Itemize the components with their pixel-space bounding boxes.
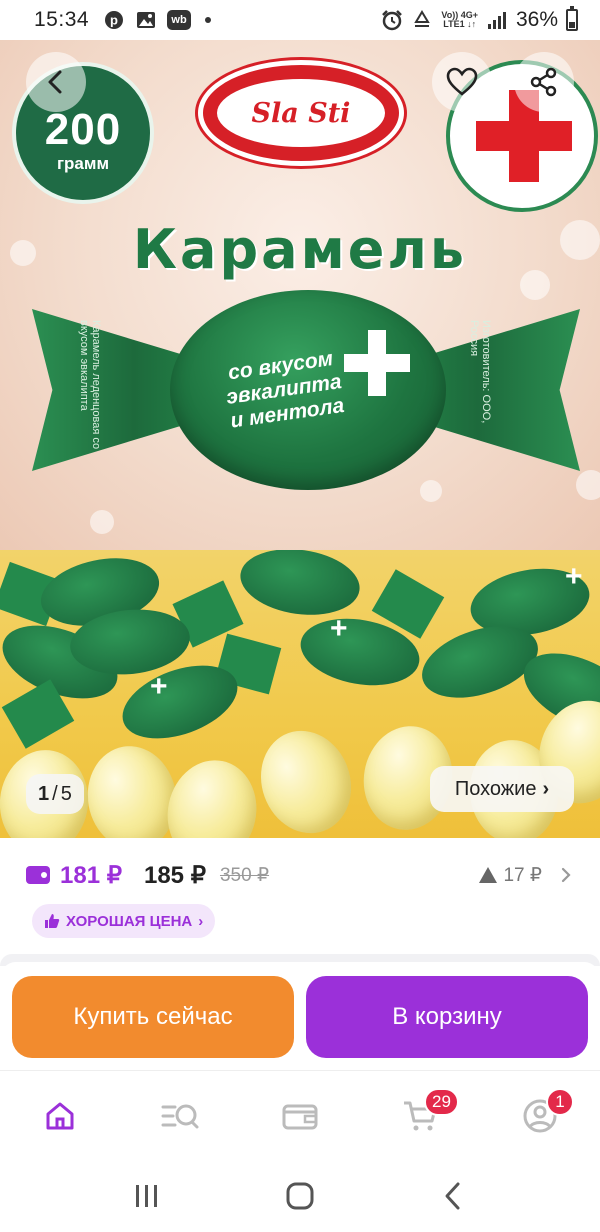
recent-apps-button[interactable] — [117, 1171, 177, 1221]
wallet-icon — [282, 1104, 318, 1129]
cart-count-badge: 29 — [424, 1087, 459, 1116]
current-price: 185 ₽ — [143, 861, 206, 889]
back-nav-button[interactable] — [423, 1171, 483, 1221]
candy-side-text-right: Изготовитель: ООО, Россия — [468, 320, 492, 424]
network-type: Vo)) 4G+ LTE1 ↓↑ — [441, 11, 478, 29]
bokeh — [90, 510, 114, 534]
battery-icon — [566, 6, 578, 31]
wb-app-icon: wb — [167, 10, 192, 30]
good-price-badge[interactable]: ХОРОШАЯ ЦЕНА › — [32, 904, 216, 938]
chevron-right-icon: › — [542, 777, 550, 800]
recent-apps-icon — [135, 1185, 157, 1207]
favorite-button[interactable] — [432, 52, 492, 112]
photo-counter-current: 1 — [38, 782, 50, 805]
notification-dot — [205, 17, 212, 23]
system-nav-bar — [0, 1160, 600, 1232]
old-price: 350 ₽ — [219, 864, 270, 886]
buy-now-button[interactable]: Купить сейчас — [12, 976, 294, 1058]
chevron-right-icon: › — [198, 912, 204, 930]
home-circle-icon — [286, 1182, 314, 1210]
home-nav-button[interactable] — [270, 1171, 330, 1221]
product-image[interactable]: 200 грамм Sla Sti Карамель Карамель леде… — [0, 40, 600, 838]
brand-name: Sla Sti — [251, 97, 351, 129]
catalog-search-icon — [161, 1104, 199, 1128]
share-button[interactable] — [514, 52, 574, 112]
weight-number: 200 — [44, 105, 122, 154]
wallet-price: 181 ₽ — [60, 861, 122, 889]
pile-plus: + — [330, 612, 348, 645]
wallet-icon — [26, 866, 50, 884]
back-button[interactable] — [26, 52, 86, 112]
pile-plus: + — [565, 560, 583, 593]
battery-level — [569, 21, 575, 28]
gallery-icon — [135, 9, 157, 31]
pinterest-icon: p — [103, 9, 125, 31]
back-arrow-icon — [445, 1182, 460, 1210]
photo-counter: 1 / 5 — [26, 774, 84, 814]
candy-side-text-left: Карамель леденцовая со вкусом эвкалипта — [78, 320, 102, 450]
status-bar: 15:34 p wb Vo)) 4G+ LTE1 ↓↑ 36% — [0, 0, 600, 40]
similar-products-button[interactable]: Похожие › — [430, 766, 574, 812]
status-right: Vo)) 4G+ LTE1 ↓↑ 36% — [381, 6, 578, 32]
brand-logo: Sla Sti — [198, 60, 404, 166]
product-title-image: Карамель — [132, 218, 468, 281]
tab-catalog[interactable] — [150, 1086, 210, 1146]
signal-icon — [486, 9, 508, 31]
price-change-value: 17 ₽ — [503, 864, 542, 886]
profile-notification-badge: 1 — [546, 1087, 574, 1116]
heart-icon — [446, 67, 478, 96]
chevron-left-icon — [48, 70, 62, 94]
buy-bar: Купить сейчас В корзину — [0, 962, 600, 1068]
status-time: 15:34 — [34, 8, 90, 31]
candy-plus-horizontal — [344, 354, 410, 372]
pile-plus: + — [150, 670, 168, 703]
tab-cart[interactable]: 29 — [390, 1086, 459, 1146]
status-left-icons: p wb — [103, 9, 212, 31]
cross-horizontal — [476, 121, 572, 151]
screen: 15:34 p wb Vo)) 4G+ LTE1 ↓↑ 36% 200 грам… — [0, 0, 600, 1232]
svg-text:p: p — [110, 13, 118, 28]
candy-illustration: Карамель леденцовая со вкусом эвкалипта … — [18, 290, 584, 490]
network-type-bottom: LTE1 ↓↑ — [443, 19, 477, 29]
price-change-button[interactable]: 17 ₽ — [479, 864, 574, 887]
tab-profile[interactable]: 1 — [510, 1086, 574, 1146]
weight-unit: грамм — [56, 154, 110, 173]
candy-body: со вкусом эвкалипта и ментола — [170, 290, 446, 490]
price-section: 181 ₽ 185 ₽ 350 ₽ 17 ₽ ХОРОШАЯ ЦЕНА › — [0, 838, 600, 960]
price-up-icon — [479, 867, 498, 883]
recycle-icon — [411, 9, 433, 31]
thumbs-up-icon — [45, 914, 60, 928]
battery-percent: 36% — [515, 8, 558, 31]
share-icon — [530, 67, 557, 97]
tab-wallet[interactable] — [270, 1086, 330, 1146]
price-row: 181 ₽ 185 ₽ 350 ₽ 17 ₽ — [26, 860, 574, 890]
tab-home[interactable] — [30, 1086, 90, 1146]
alarm-icon — [381, 9, 403, 31]
chevron-right-icon — [561, 867, 571, 883]
similar-label: Похожие — [454, 777, 537, 800]
add-to-cart-button[interactable]: В корзину — [306, 976, 588, 1058]
bottom-tab-bar: 29 1 — [0, 1070, 600, 1160]
pile-lemon-drop — [158, 751, 266, 838]
home-icon — [46, 1102, 74, 1129]
good-price-label: ХОРОШАЯ ЦЕНА — [66, 912, 193, 930]
pile-lemon-drop — [246, 718, 366, 838]
photo-counter-separator: / — [52, 782, 58, 805]
photo-counter-total: 5 — [60, 782, 72, 805]
